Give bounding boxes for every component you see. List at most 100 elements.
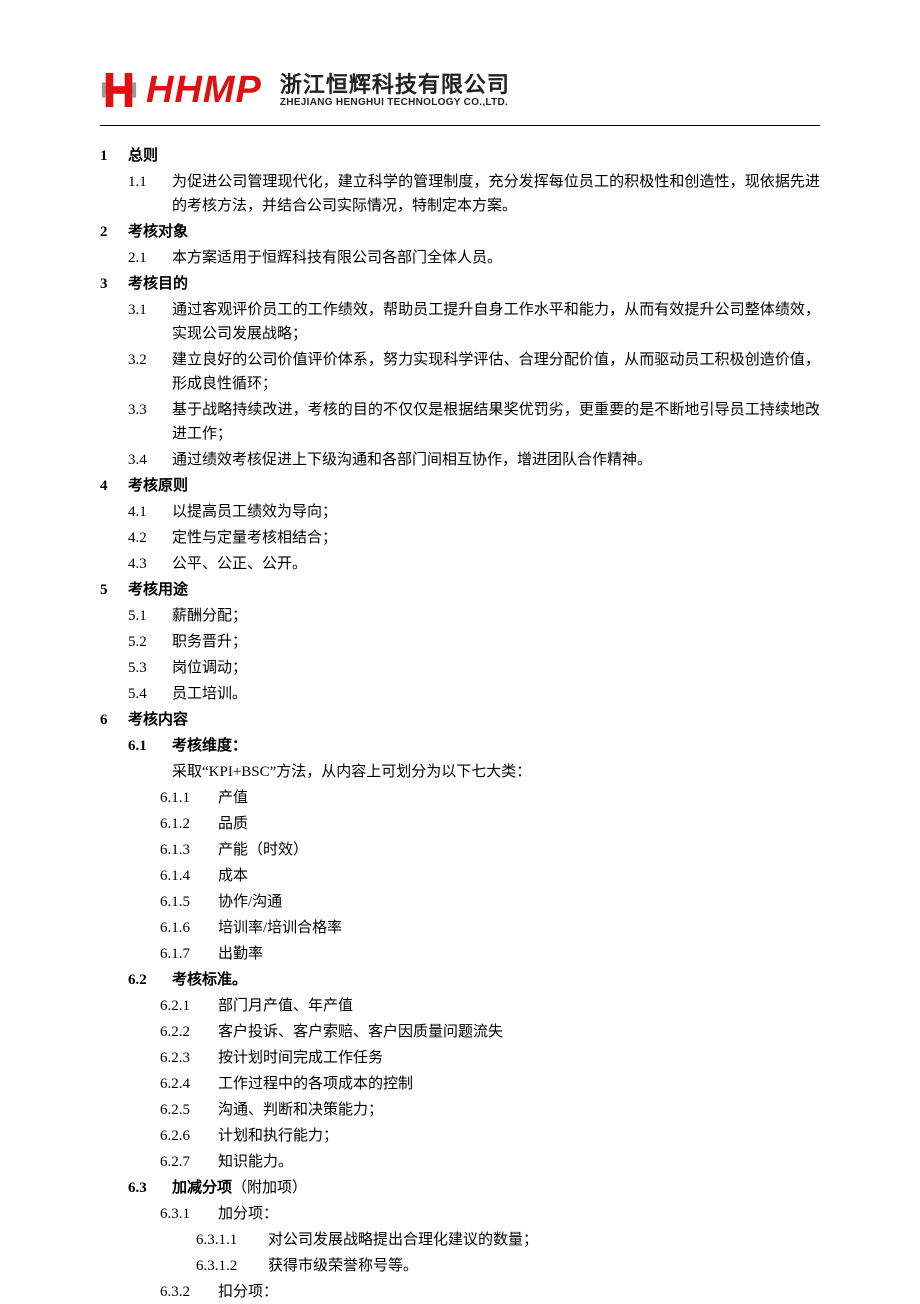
section-number: 4 (100, 474, 128, 498)
item-number: 5.4 (128, 682, 172, 706)
item-number: 5.3 (128, 656, 172, 680)
subitem-text: 培训率/培训合格率 (218, 916, 820, 940)
subheading-6-2: 6.2 考核标准。 (100, 968, 820, 992)
subitem-number: 6.2.7 (160, 1150, 218, 1174)
section-number: 3 (100, 272, 128, 296)
section-3: 3 考核目的 (100, 272, 820, 296)
subitem-text: 协作/沟通 (218, 890, 820, 914)
item-text: 公平、公正、公开。 (172, 552, 820, 576)
item-number: 1.1 (128, 170, 172, 218)
subitem-text: 客户投诉、客户索赔、客户因质量问题流失 (218, 1020, 820, 1044)
subheading-6-1-intro: 采取“KPI+BSC”方法，从内容上可划分为以下七大类： (100, 760, 820, 784)
subitem-text: 知识能力。 (218, 1150, 820, 1174)
subitem-number: 6.2.2 (160, 1020, 218, 1044)
subheading-number: 6.2 (128, 968, 172, 992)
item-text: 定性与定量考核相结合； (172, 526, 820, 550)
item-3-2: 3.2 建立良好的公司价值评价体系，努力实现科学评估、合理分配价值，从而驱动员工… (100, 348, 820, 396)
company-name-cn: 浙江恒辉科技有限公司 (280, 72, 510, 97)
item-text: 为促进公司管理现代化，建立科学的管理制度，充分发挥每位员工的积极性和创造性，现依… (172, 170, 820, 218)
item-text: 通过绩效考核促进上下级沟通和各部门间相互协作，增进团队合作精神。 (172, 448, 820, 472)
subitem-6-2-6: 6.2.6计划和执行能力； (100, 1124, 820, 1148)
subsubitem-6-3-1-1: 6.3.1.1对公司发展战略提出合理化建议的数量； (100, 1228, 820, 1252)
item-text: 建立良好的公司价值评价体系，努力实现科学评估、合理分配价值，从而驱动员工积极创造… (172, 348, 820, 396)
item-4-3: 4.3 公平、公正、公开。 (100, 552, 820, 576)
subitem-number: 6.3.2 (160, 1280, 218, 1304)
subitem-text: 工作过程中的各项成本的控制 (218, 1072, 820, 1096)
subitem-text: 扣分项： (218, 1280, 820, 1304)
subitem-text: 部门月产值、年产值 (218, 994, 820, 1018)
subitem-text: 产能（时效） (218, 838, 820, 862)
item-text: 基于战略持续改进，考核的目的不仅仅是根据结果奖优罚劣，更重要的是不断地引导员工持… (172, 398, 820, 446)
item-text: 员工培训。 (172, 682, 820, 706)
subitem-number: 6.1.4 (160, 864, 218, 888)
subitem-number: 6.1.1 (160, 786, 218, 810)
subsubitem-6-3-1-2: 6.3.1.2获得市级荣誉称号等。 (100, 1254, 820, 1278)
subitem-text: 成本 (218, 864, 820, 888)
subsubitem-text: 获得市级荣誉称号等。 (268, 1254, 820, 1278)
subitem-number: 6.1.6 (160, 916, 218, 940)
section-6: 6 考核内容 (100, 708, 820, 732)
item-number: 2.1 (128, 246, 172, 270)
item-number: 3.4 (128, 448, 172, 472)
section-number: 6 (100, 708, 128, 732)
item-number: 4.3 (128, 552, 172, 576)
subitem-6-1-7: 6.1.7出勤率 (100, 942, 820, 966)
section-title: 考核用途 (128, 578, 188, 602)
subsubitem-number: 6.3.1.1 (196, 1228, 268, 1252)
subitem-number: 6.1.5 (160, 890, 218, 914)
subitem-6-1-3: 6.1.3产能（时效） (100, 838, 820, 862)
subitem-number: 6.2.5 (160, 1098, 218, 1122)
subheading-6-3: 6.3 加减分项（附加项） (100, 1176, 820, 1200)
item-text: 岗位调动； (172, 656, 820, 680)
subsubitem-number: 6.3.1.2 (196, 1254, 268, 1278)
logo-icon (100, 71, 138, 109)
subitem-6-3-2: 6.3.2扣分项： (100, 1280, 820, 1304)
item-3-3: 3.3 基于战略持续改进，考核的目的不仅仅是根据结果奖优罚劣，更重要的是不断地引… (100, 398, 820, 446)
section-2: 2 考核对象 (100, 220, 820, 244)
company-name-block: 浙江恒辉科技有限公司 ZHEJIANG HENGHUI TECHNOLOGY C… (280, 72, 510, 109)
subitem-text: 加分项： (218, 1202, 820, 1226)
item-1-1: 1.1 为促进公司管理现代化，建立科学的管理制度，充分发挥每位员工的积极性和创造… (100, 170, 820, 218)
item-number: 5.1 (128, 604, 172, 628)
item-text: 职务晋升； (172, 630, 820, 654)
subitem-6-1-6: 6.1.6培训率/培训合格率 (100, 916, 820, 940)
section-title: 考核原则 (128, 474, 188, 498)
subitem-6-3-1: 6.3.1加分项： (100, 1202, 820, 1226)
subheading-title-bold: 加减分项 (172, 1180, 232, 1196)
item-4-2: 4.2 定性与定量考核相结合； (100, 526, 820, 550)
item-text: 薪酬分配； (172, 604, 820, 628)
subitem-6-2-5: 6.2.5沟通、判断和决策能力； (100, 1098, 820, 1122)
subheading-number: 6.1 (128, 734, 172, 758)
subitem-number: 6.1.3 (160, 838, 218, 862)
subitem-text: 计划和执行能力； (218, 1124, 820, 1148)
subitem-number: 6.2.4 (160, 1072, 218, 1096)
item-number: 3.1 (128, 298, 172, 346)
subitem-text: 产值 (218, 786, 820, 810)
item-3-4: 3.4 通过绩效考核促进上下级沟通和各部门间相互协作，增进团队合作精神。 (100, 448, 820, 472)
subheading-number: 6.3 (128, 1176, 172, 1200)
logo-text: HHMP (146, 60, 262, 121)
section-1: 1 总则 (100, 144, 820, 168)
subheading-title-suffix: （附加项） (232, 1180, 307, 1196)
subitem-text: 品质 (218, 812, 820, 836)
item-3-1: 3.1 通过客观评价员工的工作绩效，帮助员工提升自身工作水平和能力，从而有效提升… (100, 298, 820, 346)
subitem-number: 6.2.1 (160, 994, 218, 1018)
item-5-1: 5.1 薪酬分配； (100, 604, 820, 628)
subitem-6-2-1: 6.2.1部门月产值、年产值 (100, 994, 820, 1018)
subitem-6-2-4: 6.2.4工作过程中的各项成本的控制 (100, 1072, 820, 1096)
subitem-6-1-2: 6.1.2品质 (100, 812, 820, 836)
subitem-number: 6.3.1 (160, 1202, 218, 1226)
section-title: 考核对象 (128, 220, 188, 244)
subsubitem-text: 对公司发展战略提出合理化建议的数量； (268, 1228, 820, 1252)
section-title: 考核目的 (128, 272, 188, 296)
item-2-1: 2.1 本方案适用于恒辉科技有限公司各部门全体人员。 (100, 246, 820, 270)
subheading-title: 考核维度： (172, 734, 247, 758)
document-header: HHMP 浙江恒辉科技有限公司 ZHEJIANG HENGHUI TECHNOL… (100, 60, 820, 126)
section-number: 2 (100, 220, 128, 244)
item-number: 3.2 (128, 348, 172, 396)
subitem-number: 6.1.2 (160, 812, 218, 836)
item-5-3: 5.3 岗位调动； (100, 656, 820, 680)
section-number: 5 (100, 578, 128, 602)
subitem-number: 6.2.6 (160, 1124, 218, 1148)
section-title: 考核内容 (128, 708, 188, 732)
